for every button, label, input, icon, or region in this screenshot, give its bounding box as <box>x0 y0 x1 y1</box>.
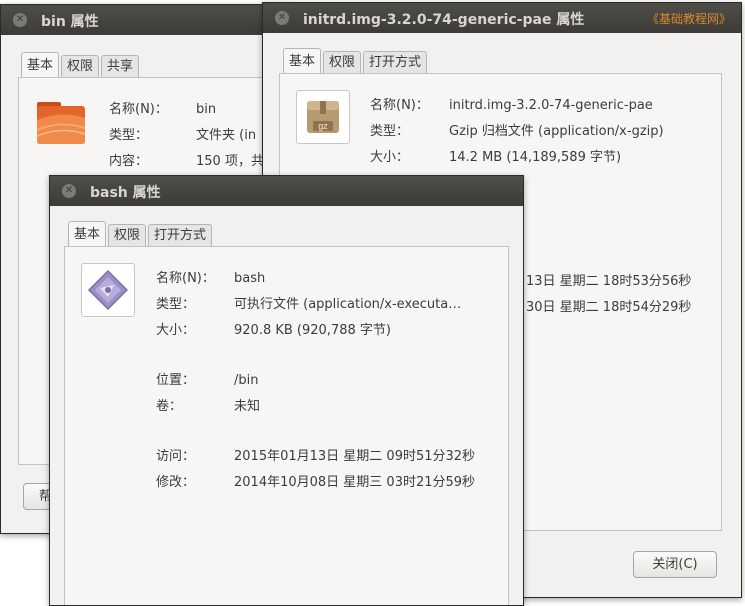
folder-icon <box>34 96 88 150</box>
bin-tab-share[interactable]: 共享 <box>101 55 140 77</box>
size-value: 920.8 KB (920,788 字节) <box>234 323 391 338</box>
archive-icon-label: gz <box>318 121 328 131</box>
bin-tab-basic[interactable]: 基本 <box>21 52 60 77</box>
name-value[interactable]: initrd.img-3.2.0-74-generic-pae <box>449 96 653 116</box>
modified-value: 2014年10月08日 星期三 03时21分59秒 <box>234 475 476 490</box>
volume-label: 卷： <box>156 399 183 414</box>
accessed-value-partial: 13日 星期二 18时53分56秒 <box>526 274 692 289</box>
bash-accessed-row: 访问： 2015年01月13日 星期二 09时51分32秒 <box>156 447 506 467</box>
initrd-tab-permissions[interactable]: 权限 <box>323 51 362 73</box>
name-label: 名称(N)： <box>156 271 215 286</box>
initrd-name-row: 名称(N)： initrd.img-3.2.0-74-generic-pae <box>370 96 720 116</box>
bash-location-row: 位置： /bin <box>156 371 506 391</box>
initrd-window-title: initrd.img-3.2.0-74-generic-pae 属性 <box>303 12 585 28</box>
bin-window-title: bin 属性 <box>41 14 99 30</box>
bash-basic-panel: 名称(N)： bash 类型： 可执行文件 (application/x-exe… <box>64 246 509 605</box>
bash-window-title: bash 属性 <box>90 185 161 201</box>
modified-value-partial: 30日 星期二 18时54分29秒 <box>526 300 692 315</box>
initrd-tab-open-with[interactable]: 打开方式 <box>363 51 428 73</box>
type-value: Gzip 归档文件 (application/x-gzip) <box>449 124 664 139</box>
size-value: 14.2 MB (14,189,589 字节) <box>449 150 622 165</box>
name-value[interactable]: bash <box>234 269 265 289</box>
size-label: 大小： <box>370 150 410 165</box>
site-watermark: 《基础教程网》 <box>646 12 731 26</box>
type-value: 文件夹 (in <box>196 128 257 143</box>
type-label: 类型： <box>109 128 149 143</box>
bash-properties-window: ✕ bash 属性 基本 权限 打开方式 名称(N)： bash 类型： 可执行… <box>49 175 524 606</box>
bash-volume-row: 卷： 未知 <box>156 397 506 417</box>
close-button-label: 关闭(C) <box>652 557 698 572</box>
initrd-accessed-partial: 13日 星期二 18时53分56秒 <box>526 272 716 292</box>
initrd-tab-bar: 基本 权限 打开方式 <box>283 48 428 73</box>
volume-value: 未知 <box>234 399 261 414</box>
bash-tab-open-with[interactable]: 打开方式 <box>148 224 213 246</box>
size-label: 大小： <box>156 323 196 338</box>
bin-titlebar: ✕ bin 属性 <box>1 5 291 35</box>
bash-modified-row: 修改： 2014年10月08日 星期三 03时21分59秒 <box>156 473 506 493</box>
accessed-label: 访问： <box>156 449 196 464</box>
type-label: 类型： <box>156 297 196 312</box>
location-value[interactable]: /bin <box>234 371 258 391</box>
initrd-size-row: 大小： 14.2 MB (14,189,589 字节) <box>370 148 720 168</box>
contents-value: 150 项，共 <box>196 154 264 169</box>
name-value[interactable]: bin <box>196 100 216 120</box>
name-label: 名称(N)： <box>109 102 168 117</box>
contents-label: 内容： <box>109 154 149 169</box>
accessed-value: 2015年01月13日 星期二 09时51分32秒 <box>234 449 476 464</box>
bash-name-row: 名称(N)： bash <box>156 269 506 289</box>
executable-icon <box>81 263 135 317</box>
bash-type-row: 类型： 可执行文件 (application/x-executa… <box>156 295 506 315</box>
bash-titlebar: ✕ bash 属性 <box>50 176 523 206</box>
initrd-modified-partial: 30日 星期二 18时54分29秒 <box>526 298 716 318</box>
bin-tab-permissions[interactable]: 权限 <box>61 55 100 77</box>
bash-size-row: 大小： 920.8 KB (920,788 字节) <box>156 321 506 341</box>
close-button[interactable]: 关闭(C) <box>633 551 717 578</box>
initrd-type-row: 类型： Gzip 归档文件 (application/x-gzip) <box>370 122 720 142</box>
initrd-tab-basic[interactable]: 基本 <box>283 48 322 73</box>
archive-icon: gz <box>296 90 350 144</box>
name-label: 名称(N)： <box>370 98 429 113</box>
bin-tab-bar: 基本 权限 共享 <box>21 52 140 77</box>
bash-tab-basic[interactable]: 基本 <box>68 221 107 246</box>
modified-label: 修改： <box>156 475 196 490</box>
bash-tab-bar: 基本 权限 打开方式 <box>68 221 213 246</box>
close-icon[interactable]: ✕ <box>275 11 289 25</box>
location-label: 位置： <box>156 373 196 388</box>
bash-tab-permissions[interactable]: 权限 <box>108 224 147 246</box>
type-value: 可执行文件 (application/x-executa… <box>234 297 462 312</box>
type-label: 类型： <box>370 124 410 139</box>
close-icon[interactable]: ✕ <box>62 184 76 198</box>
close-icon[interactable]: ✕ <box>13 13 27 27</box>
